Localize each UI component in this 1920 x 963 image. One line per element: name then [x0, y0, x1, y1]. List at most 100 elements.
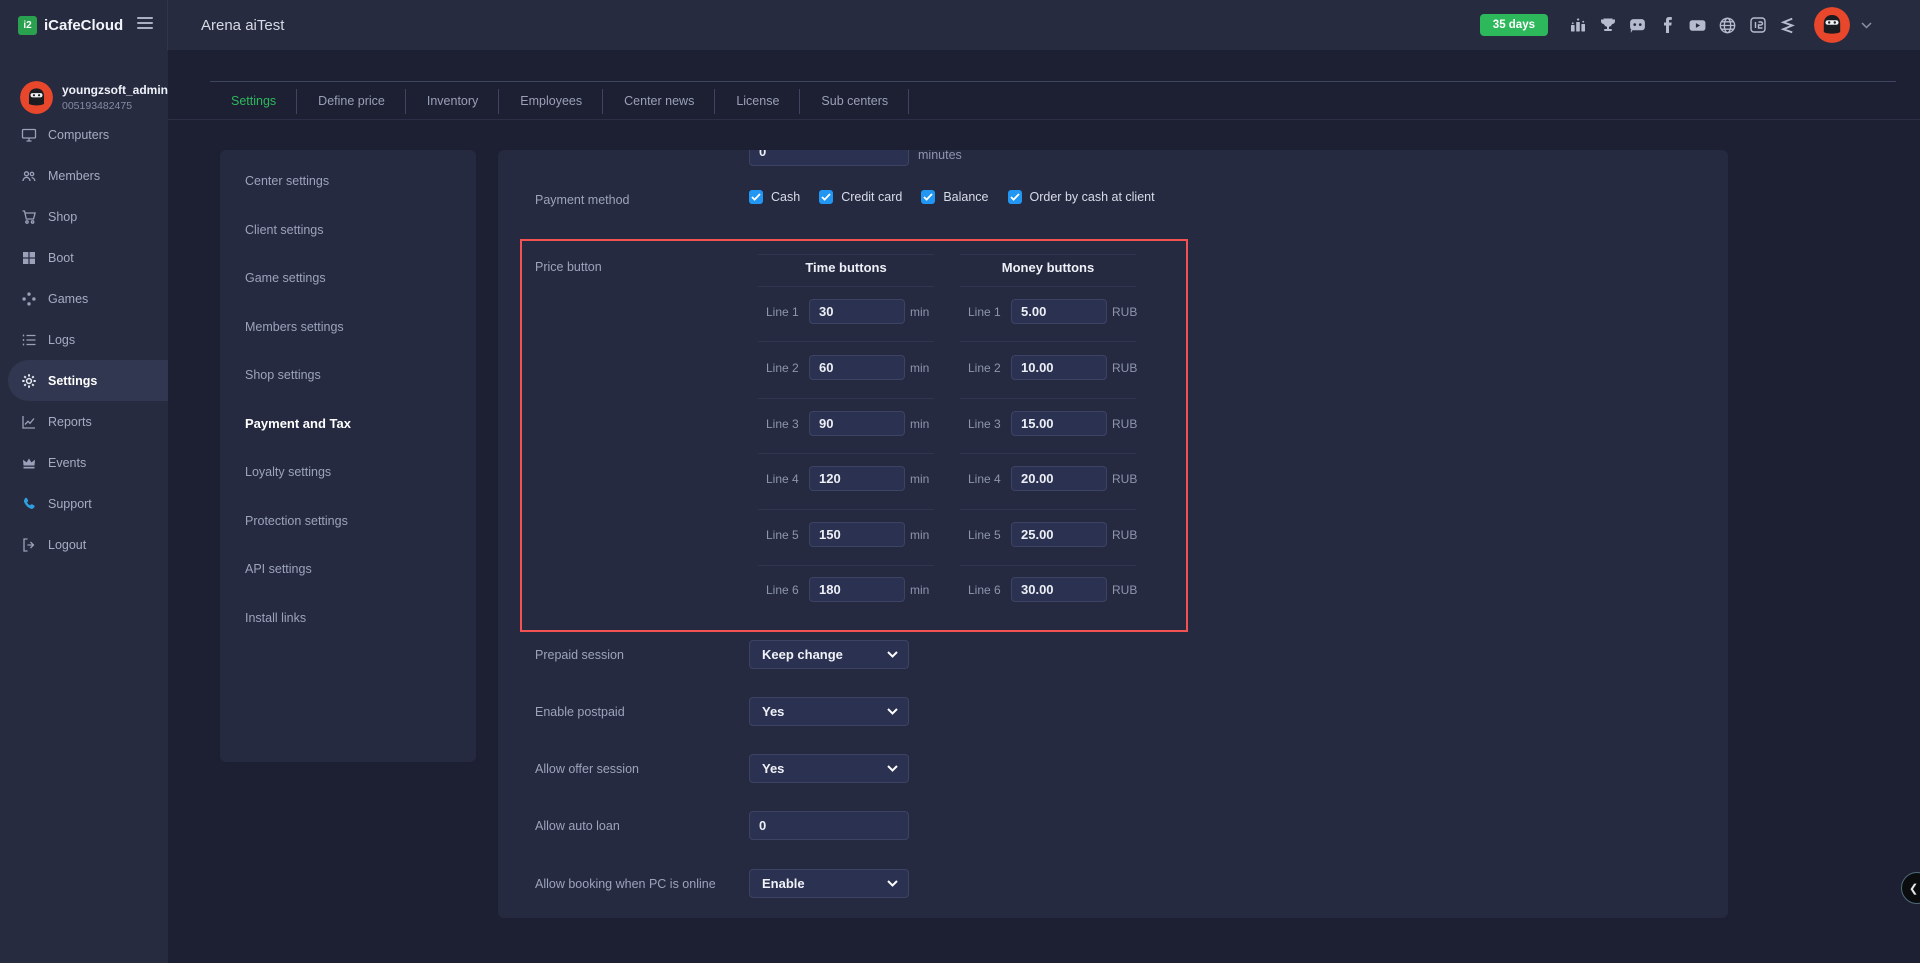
settings-nav-install-links[interactable]: Install links [220, 594, 476, 643]
icafecloud-logo-icon[interactable] [1748, 16, 1767, 35]
payment-tax-panel: minutes Payment method Cash Credit card [498, 150, 1728, 918]
settings-nav-game-settings[interactable]: Game settings [220, 254, 476, 303]
allow-auto-loan-input[interactable] [749, 811, 909, 840]
chevron-down-icon[interactable] [1861, 22, 1872, 29]
checkbox-checked-icon [921, 190, 935, 204]
sidebar-item-computers[interactable]: Computers [0, 114, 168, 155]
sidebar-item-boot[interactable]: Boot [0, 237, 168, 278]
tab-center-news[interactable]: Center news [603, 82, 715, 119]
sidebar-item-members[interactable]: Members [0, 155, 168, 196]
sidebar: youngzsoft_admin 005193482475 Computers … [0, 50, 168, 963]
settings-nav-payment-and-tax[interactable]: Payment and Tax [220, 400, 476, 449]
checkbox-balance[interactable]: Balance [921, 190, 988, 204]
tab-employees[interactable]: Employees [499, 82, 603, 119]
money-line-3-input[interactable] [1011, 411, 1107, 436]
checkbox-checked-icon [819, 190, 833, 204]
globe-icon[interactable] [1718, 16, 1737, 35]
time-line-4-input[interactable] [809, 466, 905, 491]
sidebar-item-games[interactable]: Games [0, 278, 168, 319]
money-line-5-input[interactable] [1011, 522, 1107, 547]
time-line-6-input[interactable] [809, 577, 905, 602]
sidebar-item-shop[interactable]: Shop [0, 196, 168, 237]
tab-define-price[interactable]: Define price [297, 82, 406, 119]
checkbox-order-by-cash-at-client[interactable]: Order by cash at client [1008, 190, 1155, 204]
money-line-6-row: Line 6 RUB [960, 577, 1136, 602]
youngzsoft-logo-icon[interactable] [1778, 16, 1797, 35]
sidebar-item-label: Members [48, 169, 100, 183]
settings-nav-protection-settings[interactable]: Protection settings [220, 497, 476, 546]
ranking-icon[interactable] [1568, 16, 1587, 35]
license-days-badge[interactable]: 35 days [1480, 14, 1548, 36]
hamburger-menu-icon[interactable] [137, 17, 153, 32]
money-line-5-row: Line 5 RUB [960, 522, 1136, 547]
sidebar-item-label: Support [48, 497, 92, 511]
user-avatar[interactable] [1814, 7, 1850, 43]
tab-inventory[interactable]: Inventory [406, 82, 499, 119]
sidebar-item-reports[interactable]: Reports [0, 401, 168, 442]
prepaid-session-select[interactable]: Keep change [749, 640, 909, 669]
sidebar-item-label: Boot [48, 251, 74, 265]
chevron-down-icon [887, 880, 898, 887]
checkbox-cash[interactable]: Cash [749, 190, 800, 204]
checkbox-credit-card[interactable]: Credit card [819, 190, 902, 204]
money-line-2-row: Line 2 RUB [960, 355, 1136, 380]
money-line-1-input[interactable] [1011, 299, 1107, 324]
cart-icon [21, 209, 37, 225]
checkbox-checked-icon [749, 190, 763, 204]
prepaid-session-row: Prepaid session Keep change [498, 640, 1728, 669]
windows-icon [21, 250, 37, 266]
clipped-minutes-input[interactable] [749, 150, 909, 166]
time-buttons-column: Time buttons Line 1 min Line 2 min Line … [758, 241, 934, 630]
sidebar-item-logout[interactable]: Logout [0, 524, 168, 565]
settings-nav-api-settings[interactable]: API settings [220, 545, 476, 594]
sidebar-item-logs[interactable]: Logs [0, 319, 168, 360]
facebook-icon[interactable] [1658, 16, 1677, 35]
payment-method-options: Cash Credit card Balance Order by cash a… [749, 190, 1155, 204]
money-line-3-row: Line 3 RUB [960, 411, 1136, 436]
allow-offer-session-select[interactable]: Yes [749, 754, 909, 783]
money-line-6-input[interactable] [1011, 577, 1107, 602]
settings-nav-client-settings[interactable]: Client settings [220, 206, 476, 255]
discord-icon[interactable] [1628, 16, 1647, 35]
time-line-4-row: Line 4 min [758, 466, 934, 491]
chevron-down-icon [887, 708, 898, 715]
crown-icon [21, 455, 37, 471]
enable-postpaid-select[interactable]: Yes [749, 697, 909, 726]
monitor-icon [21, 127, 37, 143]
page-title: Arena aiTest [201, 17, 284, 34]
time-line-5-input[interactable] [809, 522, 905, 547]
time-line-2-input[interactable] [809, 355, 905, 380]
sidebar-item-label: Games [48, 292, 88, 306]
youtube-icon[interactable] [1688, 16, 1707, 35]
min-unit-label: min [910, 361, 929, 375]
price-button-highlight-box: Price button Time buttons Line 1 min Lin… [520, 239, 1188, 632]
rub-unit-label: RUB [1112, 528, 1137, 542]
content: Settings Define price Inventory Employee… [168, 50, 1920, 963]
money-buttons-title: Money buttons [960, 260, 1136, 275]
rub-unit-label: RUB [1112, 361, 1137, 375]
phone-icon [21, 496, 37, 512]
sidebar-item-settings[interactable]: Settings [8, 360, 168, 401]
time-line-6-row: Line 6 min [758, 577, 934, 602]
tab-sub-centers[interactable]: Sub centers [800, 82, 909, 119]
trophy-icon[interactable] [1598, 16, 1617, 35]
tab-license[interactable]: License [715, 82, 800, 119]
settings-nav-members-settings[interactable]: Members settings [220, 303, 476, 352]
sidebar-item-label: Logs [48, 333, 75, 347]
user-card[interactable]: youngzsoft_admin 005193482475 [20, 81, 168, 114]
time-line-1-input[interactable] [809, 299, 905, 324]
settings-nav-loyalty-settings[interactable]: Loyalty settings [220, 448, 476, 497]
money-line-2-input[interactable] [1011, 355, 1107, 380]
tabbar: Settings Define price Inventory Employee… [168, 50, 1920, 120]
money-line-4-row: Line 4 RUB [960, 466, 1136, 491]
tab-settings[interactable]: Settings [210, 82, 297, 119]
sidebar-item-events[interactable]: Events [0, 442, 168, 483]
time-line-3-input[interactable] [809, 411, 905, 436]
money-line-4-input[interactable] [1011, 466, 1107, 491]
brand-name: iCafeCloud [44, 17, 123, 34]
allow-booking-select[interactable]: Enable [749, 869, 909, 898]
settings-nav-shop-settings[interactable]: Shop settings [220, 351, 476, 400]
sidebar-item-support[interactable]: Support [0, 483, 168, 524]
gamepad-icon [21, 291, 37, 307]
settings-nav-center-settings[interactable]: Center settings [220, 157, 476, 206]
